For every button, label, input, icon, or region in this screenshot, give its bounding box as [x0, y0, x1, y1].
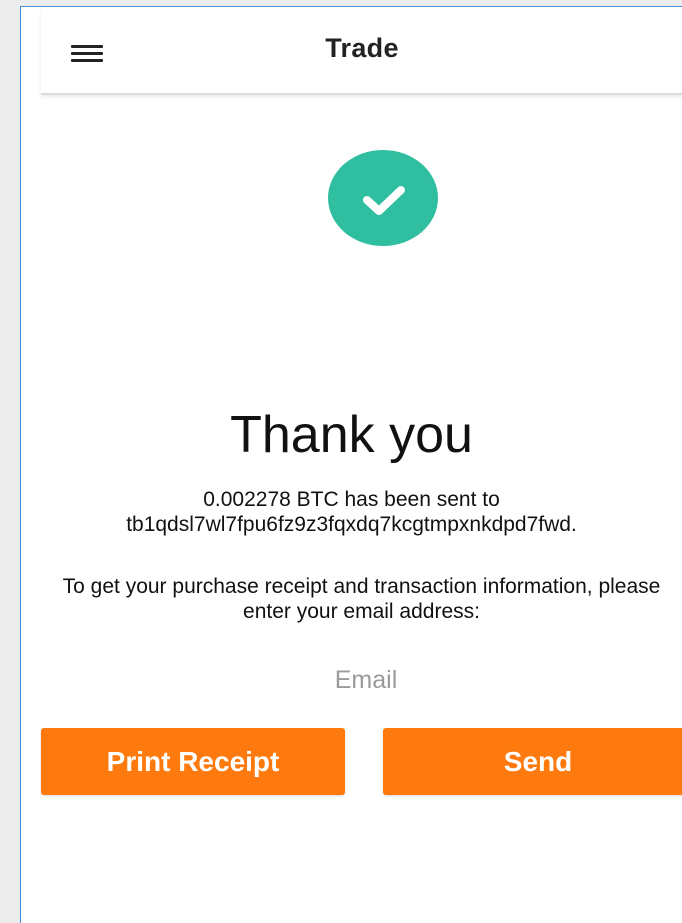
page-title: Trade: [325, 33, 399, 63]
thank-you-heading: Thank you: [230, 406, 473, 464]
receipt-prompt: To get your purchase receipt and transac…: [62, 575, 661, 623]
success-badge: [328, 150, 438, 246]
app-bar: Trade: [41, 7, 682, 95]
print-receipt-button[interactable]: Print Receipt: [41, 728, 345, 795]
email-field[interactable]: [201, 659, 531, 701]
checkmark-icon: [363, 186, 405, 215]
send-button[interactable]: Send: [383, 728, 682, 795]
sent-confirmation: 0.002278 BTC has been sent to tb1qdsl7wl…: [21, 487, 682, 537]
app-screen: Trade Thank you 0.002278 BTC has been se…: [20, 6, 682, 923]
wallet-address: tb1qdsl7wl7fpu6fz9z3fqxdq7kcgtmpxnkdpd7f…: [126, 513, 577, 536]
sent-amount-text: 0.002278 BTC has been sent to: [203, 488, 500, 511]
